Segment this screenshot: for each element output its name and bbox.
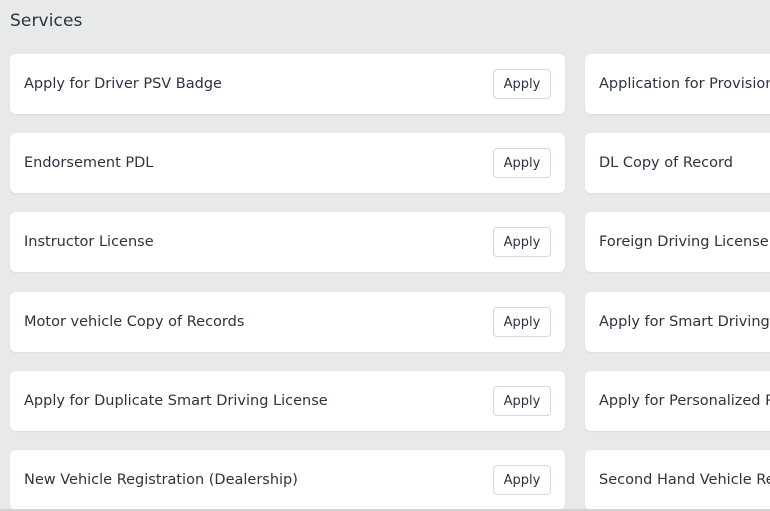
service-card-label: Endorsement PDL xyxy=(24,155,154,171)
service-card-label: Foreign Driving License C xyxy=(599,234,770,250)
services-page: Services Apply for Driver PSV Badge Appl… xyxy=(0,0,770,511)
service-card-label: Apply for Smart Driving L xyxy=(599,314,770,330)
service-card: Instructor License Apply xyxy=(10,212,565,272)
service-card-label: Application for Provisiona xyxy=(599,76,770,92)
service-card-label: Apply for Duplicate Smart Driving Licens… xyxy=(24,393,328,409)
service-card-label: Apply for Driver PSV Badge xyxy=(24,76,222,92)
service-card: New Vehicle Registration (Dealership) Ap… xyxy=(10,450,565,510)
apply-button[interactable]: Apply xyxy=(493,465,551,495)
service-card-label: DL Copy of Record xyxy=(599,155,733,171)
service-card: Apply for Duplicate Smart Driving Licens… xyxy=(10,371,565,431)
service-card-label: Apply for Personalized Pla xyxy=(599,393,770,409)
apply-button[interactable]: Apply xyxy=(493,148,551,178)
service-card: Second Hand Vehicle Reg xyxy=(585,450,770,510)
page-title: Services xyxy=(10,11,83,31)
apply-button[interactable]: Apply xyxy=(493,69,551,99)
service-card: DL Copy of Record xyxy=(585,133,770,193)
service-card: Apply for Driver PSV Badge Apply xyxy=(10,54,565,114)
apply-button[interactable]: Apply xyxy=(493,386,551,416)
service-card-label: Instructor License xyxy=(24,234,154,250)
service-card: Apply for Smart Driving L xyxy=(585,292,770,352)
service-card: Foreign Driving License C xyxy=(585,212,770,272)
apply-button[interactable]: Apply xyxy=(493,307,551,337)
service-card: Motor vehicle Copy of Records Apply xyxy=(10,292,565,352)
service-card-label: Motor vehicle Copy of Records xyxy=(24,314,245,330)
service-card-label: Second Hand Vehicle Reg xyxy=(599,472,770,488)
service-card: Apply for Personalized Pla xyxy=(585,371,770,431)
service-card-label: New Vehicle Registration (Dealership) xyxy=(24,472,298,488)
service-card: Application for Provisiona xyxy=(585,54,770,114)
apply-button[interactable]: Apply xyxy=(493,227,551,257)
service-card: Endorsement PDL Apply xyxy=(10,133,565,193)
